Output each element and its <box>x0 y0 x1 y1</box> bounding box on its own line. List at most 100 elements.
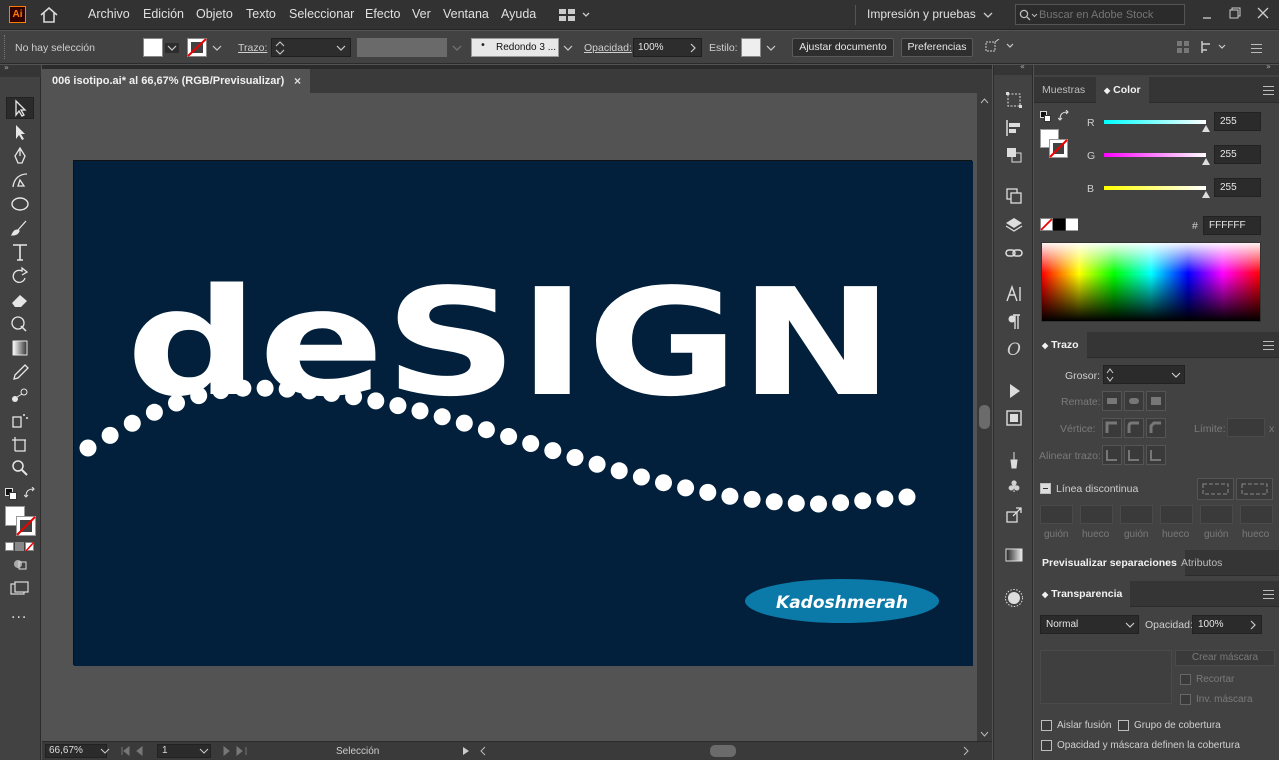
restore-icon[interactable] <box>1228 6 1242 20</box>
adjust-document-button[interactable]: Ajustar documento <box>792 38 894 57</box>
artwork[interactable]: deSIGN Kadoshmerah <box>74 161 973 666</box>
color-panel-menu-icon[interactable] <box>1263 86 1274 95</box>
gap-field-1[interactable] <box>1080 505 1113 524</box>
symbols-panel-icon[interactable]: ♣ <box>1004 477 1024 497</box>
horizontal-scroll-thumb[interactable] <box>710 745 736 757</box>
links-panel-icon[interactable] <box>1004 243 1024 263</box>
r-slider-thumb[interactable] <box>1202 125 1210 132</box>
panel-stroke-swatch[interactable] <box>1049 139 1068 158</box>
minimize-icon[interactable] <box>1201 8 1213 20</box>
align-grid-icon[interactable] <box>1176 40 1190 54</box>
stroke-weight-field[interactable] <box>271 38 351 57</box>
brushes-panel-icon[interactable] <box>1004 450 1024 470</box>
swap-colors-icon[interactable] <box>1058 110 1070 122</box>
dash-field-1[interactable] <box>1040 505 1073 524</box>
artboards-panel-icon[interactable] <box>1004 186 1024 206</box>
chevron-right-icon[interactable] <box>1248 620 1258 630</box>
close-window-icon[interactable] <box>1256 6 1270 20</box>
transparency-menu-icon[interactable] <box>1263 590 1274 599</box>
tab-attributes[interactable]: Atributos <box>1173 550 1230 576</box>
chevron-down-icon[interactable] <box>983 11 993 19</box>
create-mask-button[interactable]: Crear máscara <box>1175 650 1275 666</box>
menu-ayuda[interactable]: Ayuda <box>501 0 536 30</box>
opacity-field[interactable]: 100% <box>633 38 702 57</box>
clip-checkbox[interactable] <box>1180 674 1191 685</box>
chevron-down-icon[interactable] <box>1170 370 1182 380</box>
opentype-panel-icon[interactable]: O <box>1004 340 1024 360</box>
scroll-down-icon[interactable] <box>980 731 989 737</box>
chevron-down-icon[interactable] <box>335 43 347 53</box>
stroke-none-swatch[interactable] <box>187 38 207 57</box>
character-panel-icon[interactable] <box>1004 284 1024 304</box>
stepper-icon[interactable] <box>1105 367 1115 383</box>
swap-colors-icon[interactable] <box>24 487 36 499</box>
vertical-scrollbar[interactable] <box>977 93 992 741</box>
scroll-left-icon[interactable] <box>479 746 487 756</box>
scroll-right-icon[interactable] <box>962 746 970 756</box>
artboard[interactable]: deSIGN Kadoshmerah <box>73 160 973 666</box>
tab-color[interactable]: ◆ Color <box>1096 77 1149 103</box>
actions-panel-icon[interactable] <box>1004 381 1024 401</box>
opacity-label[interactable]: Opacidad: <box>584 42 632 54</box>
paragraph-panel-icon[interactable] <box>1004 312 1024 332</box>
stroke-dropdown-icon[interactable] <box>210 43 224 53</box>
stroke-weight-input[interactable] <box>1103 365 1185 384</box>
none-black-white-swatches[interactable] <box>1040 218 1080 231</box>
paintbrush-tool-icon[interactable] <box>8 218 32 238</box>
stepper-icon[interactable] <box>274 40 286 56</box>
preferences-button[interactable]: Preferencias <box>901 38 973 57</box>
menu-ventana[interactable]: Ventana <box>443 0 489 30</box>
home-icon[interactable] <box>39 7 59 23</box>
transform-panel-icon[interactable] <box>1004 90 1024 110</box>
opacity-mask-checkbox[interactable] <box>1041 740 1052 751</box>
b-value-field[interactable]: 255 <box>1214 178 1261 197</box>
limit-input[interactable] <box>1227 418 1265 437</box>
align-options-icon[interactable] <box>1200 39 1230 55</box>
align-panel-icon[interactable] <box>1004 118 1024 138</box>
close-tab-icon[interactable]: × <box>294 69 301 93</box>
g-value-field[interactable]: 255 <box>1214 145 1261 164</box>
panel-menu-icon[interactable] <box>1251 44 1262 53</box>
dashed-line-checkbox[interactable] <box>1040 483 1051 494</box>
dash-align-buttons[interactable] <box>1197 478 1273 500</box>
pathfinder-panel-icon[interactable] <box>1004 145 1024 165</box>
menu-seleccionar[interactable]: Seleccionar <box>289 0 354 30</box>
menu-edicion[interactable]: Edición <box>143 0 184 30</box>
corner-buttons[interactable] <box>1102 418 1168 438</box>
appearance-panel-icon[interactable] <box>1004 588 1024 608</box>
gradient-panel-icon[interactable] <box>1004 545 1024 565</box>
align-stroke-buttons[interactable] <box>1102 445 1168 465</box>
default-colors-icon[interactable] <box>1040 111 1051 122</box>
next-last-artboard-icons[interactable] <box>220 746 254 756</box>
ellipse-tool-icon[interactable] <box>8 194 32 214</box>
brush-definition[interactable]: • Redondo 3 ... <box>471 38 559 57</box>
color-mode-icons[interactable] <box>5 542 35 551</box>
menu-archivo[interactable]: Archivo <box>88 0 130 30</box>
zoom-field[interactable]: 66,67% <box>45 744 107 758</box>
r-slider[interactable] <box>1104 120 1206 124</box>
stroke-color-swatch[interactable] <box>16 516 36 536</box>
design-text[interactable]: deSIGN <box>126 257 894 429</box>
layers-panel-icon[interactable] <box>1004 215 1024 235</box>
scroll-up-icon[interactable] <box>980 98 989 104</box>
vertical-scroll-thumb[interactable] <box>979 405 990 429</box>
chevron-down-icon[interactable] <box>100 747 110 755</box>
tab-swatches[interactable]: Muestras <box>1034 77 1093 103</box>
blend-tool-icon[interactable] <box>8 386 32 406</box>
g-slider-thumb[interactable] <box>1202 158 1210 165</box>
canvas-area[interactable]: deSIGN Kadoshmerah <box>42 93 977 741</box>
first-prev-artboard-icons[interactable] <box>120 746 154 756</box>
menu-ver[interactable]: Ver <box>412 0 431 30</box>
gradient-tool-icon[interactable] <box>8 338 32 358</box>
chevron-down-icon[interactable] <box>764 43 778 53</box>
shape-builder-tool-icon[interactable] <box>8 314 32 334</box>
gap-field-2[interactable] <box>1160 505 1193 524</box>
screen-mode-icon[interactable] <box>10 581 30 597</box>
fill-dropdown-icon[interactable] <box>165 43 179 53</box>
g-slider[interactable] <box>1104 153 1206 157</box>
stock-search-input[interactable] <box>1039 7 1179 22</box>
transform-icon[interactable] <box>983 39 1017 55</box>
graphic-style-swatch[interactable] <box>741 38 761 57</box>
tab-separations-preview[interactable]: Previsualizar separaciones <box>1034 550 1185 576</box>
pen-tool-icon[interactable] <box>8 146 32 166</box>
